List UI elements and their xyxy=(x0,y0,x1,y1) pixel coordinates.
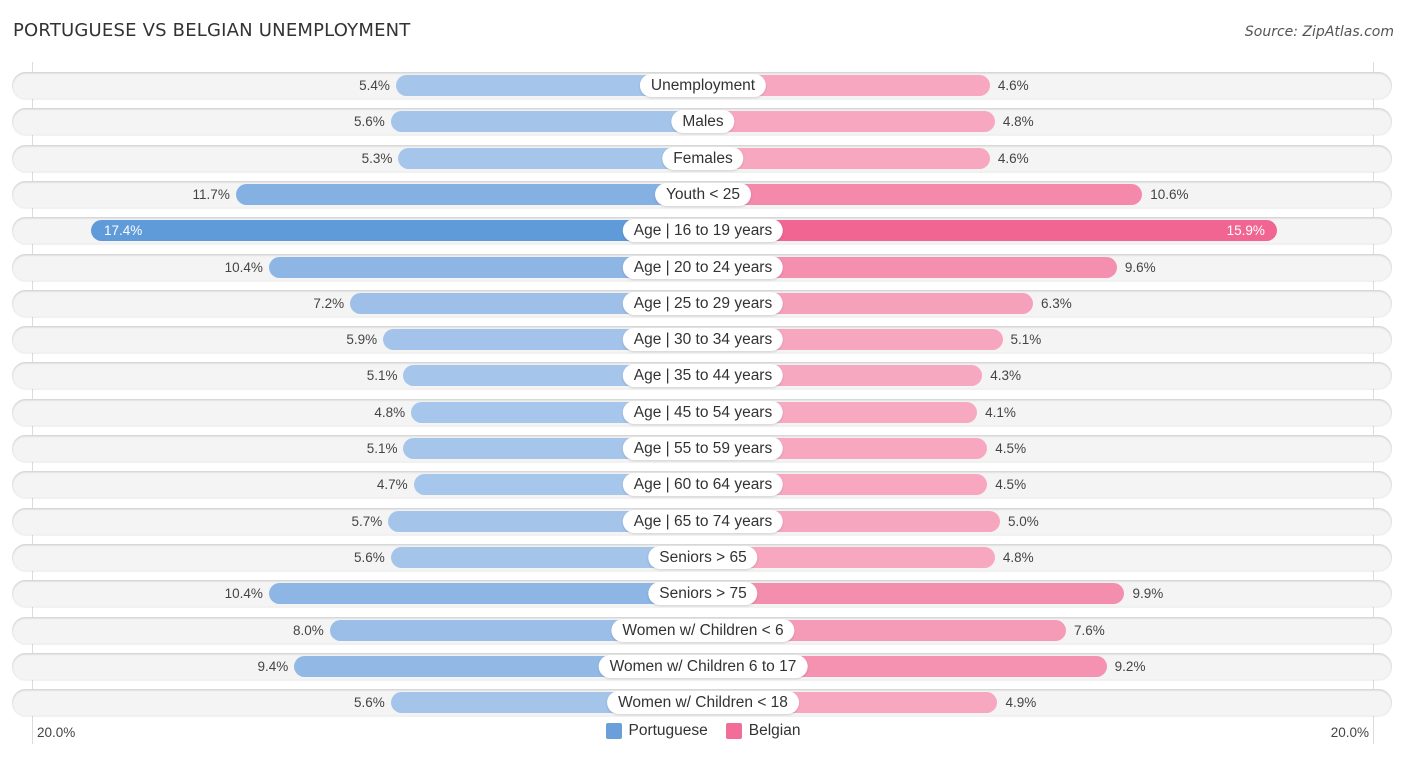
value-label-belgian: 4.5% xyxy=(995,441,1027,456)
value-label-belgian: 4.5% xyxy=(995,477,1027,493)
value-label-belgian: 4.6% xyxy=(997,150,1029,166)
value-label-portuguese: 7.2% xyxy=(313,295,345,311)
category-label: Age | 60 to 64 years xyxy=(622,473,784,497)
legend: Portuguese Belgian xyxy=(0,722,1406,740)
value-label-portuguese: 5.6% xyxy=(353,695,385,711)
category-label: Seniors > 65 xyxy=(648,545,758,569)
category-label: Age | 55 to 59 years xyxy=(622,437,784,460)
category-label: Women w/ Children < 6 xyxy=(611,618,795,642)
bar-portuguese[interactable] xyxy=(91,220,703,242)
value-label-portuguese: 5.1% xyxy=(366,441,398,456)
bar-portuguese[interactable] xyxy=(398,147,703,169)
chart-plot-area: 5.4% 4.6% Unemployment 5.6% 4.8% Males 5.3% 4.6… xyxy=(0,0,1406,757)
value-label-belgian: 4.8% xyxy=(1002,114,1034,130)
category-label: Age | 20 to 24 years xyxy=(622,255,784,279)
bar-portuguese[interactable] xyxy=(268,583,703,605)
category-label: Youth < 25 xyxy=(655,182,751,206)
value-label-portuguese: 5.6% xyxy=(353,549,385,565)
legend-swatch-belgian xyxy=(725,723,742,739)
bar-belgian[interactable] xyxy=(703,183,1143,205)
value-label-portuguese: 10.4% xyxy=(224,586,263,602)
category-label: Males xyxy=(671,110,735,134)
legend-item-belgian[interactable]: Belgian xyxy=(725,722,801,740)
value-label-belgian: 4.9% xyxy=(1005,695,1037,711)
value-label-portuguese: 11.7% xyxy=(192,186,230,202)
bar-belgian[interactable] xyxy=(703,583,1125,605)
legend-item-portuguese[interactable]: Portuguese xyxy=(605,722,708,740)
category-label: Age | 45 to 54 years xyxy=(622,400,784,424)
value-label-portuguese: 4.7% xyxy=(376,477,408,493)
value-label-portuguese: 5.4% xyxy=(359,78,390,93)
legend-label-portuguese: Portuguese xyxy=(628,722,708,739)
category-label: Age | 35 to 44 years xyxy=(622,364,784,388)
legend-swatch-portuguese xyxy=(605,723,622,739)
value-label-belgian: 9.6% xyxy=(1124,259,1156,275)
category-label: Women w/ Children < 18 xyxy=(607,691,799,715)
value-label-belgian: 4.8% xyxy=(1002,549,1034,565)
value-label-belgian: 9.2% xyxy=(1114,658,1146,674)
value-label-belgian: 4.3% xyxy=(990,368,1021,384)
value-label-portuguese: 10.4% xyxy=(224,259,263,275)
legend-label-belgian: Belgian xyxy=(748,722,801,739)
bar-belgian[interactable] xyxy=(703,147,990,169)
bar-belgian[interactable] xyxy=(703,220,1277,242)
bar-portuguese[interactable] xyxy=(235,183,703,205)
category-label: Unemployment xyxy=(639,74,767,97)
category-label: Females xyxy=(662,146,744,170)
value-label-portuguese: 5.6% xyxy=(353,114,385,130)
value-label-belgian: 5.1% xyxy=(1010,332,1042,348)
value-label-belgian: 10.6% xyxy=(1150,186,1189,202)
value-label-belgian: 15.9% xyxy=(1226,223,1265,239)
category-label: Age | 30 to 34 years xyxy=(622,328,784,352)
value-label-portuguese: 5.3% xyxy=(361,150,393,166)
category-label: Age | 65 to 74 years xyxy=(622,509,784,533)
value-label-portuguese: 5.7% xyxy=(351,513,383,529)
bar-portuguese[interactable] xyxy=(390,111,703,133)
value-label-portuguese: 4.8% xyxy=(374,404,406,420)
value-label-belgian: 4.6% xyxy=(997,78,1029,93)
value-label-portuguese: 17.4% xyxy=(104,223,143,239)
value-label-portuguese: 5.1% xyxy=(366,368,398,384)
category-label: Seniors > 75 xyxy=(648,582,758,606)
bar-belgian[interactable] xyxy=(703,111,995,133)
value-label-portuguese: 5.9% xyxy=(346,332,378,348)
value-label-belgian: 7.6% xyxy=(1074,622,1105,638)
category-label: Women w/ Children 6 to 17 xyxy=(598,654,808,678)
value-label-portuguese: 8.0% xyxy=(293,622,324,638)
value-label-portuguese: 9.4% xyxy=(257,658,289,674)
value-label-belgian: 6.3% xyxy=(1041,295,1072,311)
category-label: Age | 16 to 19 years xyxy=(622,219,784,243)
value-label-belgian: 5.0% xyxy=(1008,513,1039,529)
value-label-belgian: 9.9% xyxy=(1132,586,1164,602)
category-label: Age | 25 to 29 years xyxy=(622,291,784,315)
value-label-belgian: 4.1% xyxy=(985,404,1016,420)
